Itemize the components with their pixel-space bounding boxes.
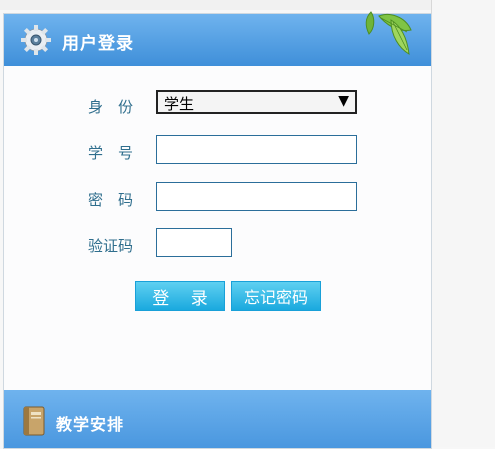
student-id-row: 学 号 xyxy=(4,135,431,169)
student-id-input[interactable] xyxy=(156,135,357,164)
password-label: 密 码 xyxy=(88,191,134,209)
schedule-panel-header: 教学安排 xyxy=(4,390,431,448)
password-input[interactable] xyxy=(156,182,357,211)
leaf-icon xyxy=(365,11,412,55)
login-button[interactable]: 登 录 xyxy=(135,281,225,311)
book-icon xyxy=(23,406,45,436)
login-panel-title: 用户登录 xyxy=(62,34,134,54)
password-row: 密 码 xyxy=(4,182,431,216)
login-panel: 用户登录 身 份 学生 ▼ 学 号 密 码 验证码 登 录 忘记密码 教学安排 xyxy=(3,11,432,449)
identity-select-value: 学生 xyxy=(164,95,195,113)
captcha-input[interactable] xyxy=(156,228,232,257)
dropdown-arrow-icon: ▼ xyxy=(338,93,349,109)
captcha-row: 验证码 xyxy=(4,228,431,262)
identity-row: 身 份 学生 ▼ xyxy=(4,89,431,123)
right-background xyxy=(431,0,495,447)
forgot-password-button[interactable]: 忘记密码 xyxy=(231,281,321,311)
identity-select[interactable]: 学生 ▼ xyxy=(156,90,357,114)
schedule-panel-title: 教学安排 xyxy=(56,415,125,434)
student-id-label: 学 号 xyxy=(88,144,134,162)
gear-icon xyxy=(21,25,51,55)
button-row: 登 录 忘记密码 xyxy=(4,281,431,315)
captcha-label: 验证码 xyxy=(88,237,134,255)
identity-label: 身 份 xyxy=(88,98,134,116)
top-strip xyxy=(0,0,495,10)
